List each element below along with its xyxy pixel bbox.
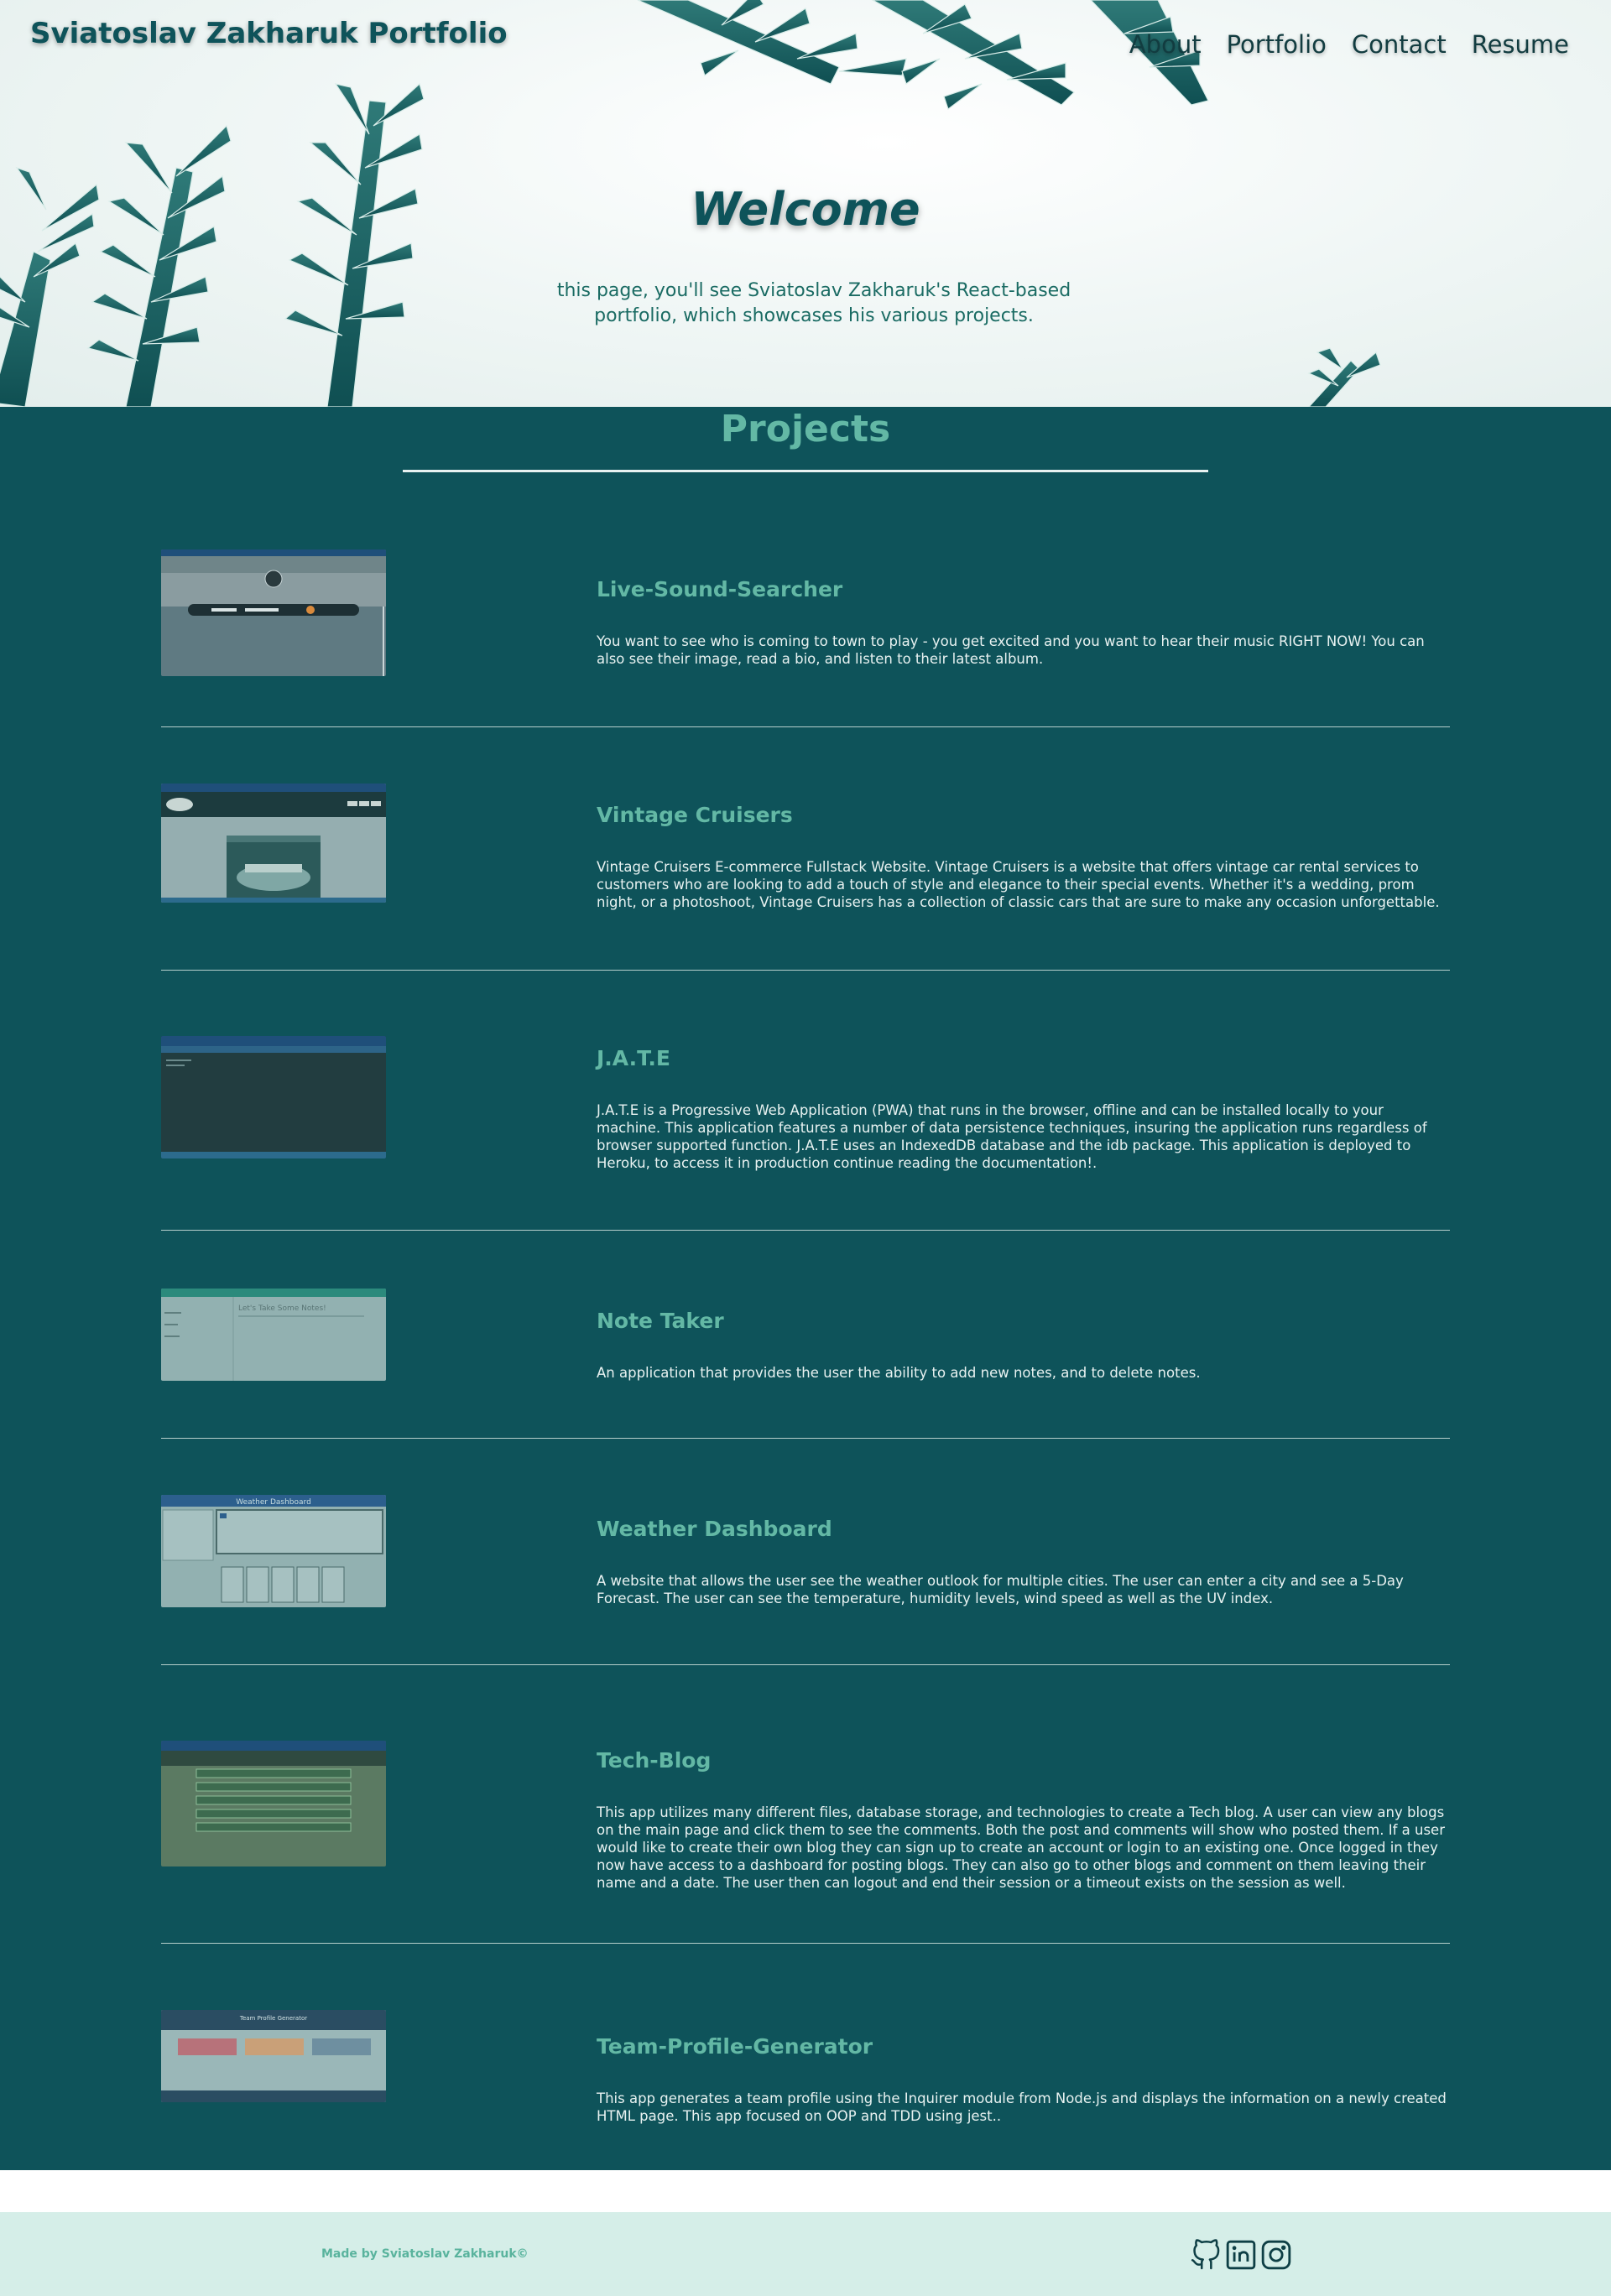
project-divider bbox=[161, 1438, 1450, 1439]
project-thumbnail[interactable] bbox=[161, 549, 386, 676]
project-description: J.A.T.E is a Progressive Web Application… bbox=[597, 1102, 1427, 1171]
project-description: This app generates a team profile using … bbox=[597, 2090, 1447, 2124]
project-divider bbox=[161, 1664, 1450, 1665]
project-title[interactable]: J.A.T.E bbox=[597, 1046, 670, 1070]
project-divider bbox=[161, 1943, 1450, 1944]
project-description: An application that provides the user th… bbox=[597, 1365, 1201, 1381]
project-title[interactable]: Team-Profile-Generator bbox=[597, 2034, 873, 2059]
project-thumbnail[interactable]: Let's Take Some Notes! bbox=[161, 1289, 386, 1381]
nav-contact-link[interactable]: Contact bbox=[1352, 30, 1447, 59]
nav-resume-link[interactable]: Resume bbox=[1472, 30, 1569, 59]
project-thumbnail[interactable] bbox=[161, 784, 386, 903]
projects-heading-underline bbox=[403, 470, 1208, 472]
thumb-team-header: Team Profile Generator bbox=[239, 2015, 307, 2022]
projects-heading: Projects bbox=[720, 408, 891, 450]
projects-section: Projects Live-Sound-Searcher You want to… bbox=[0, 407, 1611, 2170]
social-links bbox=[1190, 2239, 1292, 2271]
footer-spacer bbox=[0, 2170, 1611, 2212]
project-description: A website that allows the user see the w… bbox=[597, 1573, 1404, 1606]
project-divider bbox=[161, 970, 1450, 971]
project-divider bbox=[161, 1230, 1450, 1231]
project-description: You want to see who is coming to town to… bbox=[597, 633, 1425, 667]
project-thumbnail[interactable] bbox=[161, 1036, 386, 1158]
site-brand[interactable]: Sviatoslav Zakharuk Portfolio bbox=[30, 17, 508, 50]
project-title[interactable]: Live-Sound-Searcher bbox=[597, 577, 842, 601]
nav-about-link[interactable]: About bbox=[1129, 30, 1202, 59]
project-title[interactable]: Weather Dashboard bbox=[597, 1517, 832, 1541]
project-thumbnail[interactable]: Weather Dashboard bbox=[161, 1495, 386, 1607]
hero-banner: Sviatoslav Zakharuk Portfolio About Port… bbox=[0, 0, 1611, 407]
github-icon[interactable] bbox=[1190, 2239, 1222, 2271]
intro-text: this page, you'll see Sviatoslav Zakharu… bbox=[556, 280, 1071, 326]
project-description: This app utilizes many different files, … bbox=[597, 1804, 1445, 1891]
project-description: Vintage Cruisers E-commerce Fullstack We… bbox=[597, 859, 1440, 910]
footer-credit: Made by Sviatoslav Zakharuk© bbox=[321, 2247, 529, 2261]
instagram-icon[interactable] bbox=[1260, 2239, 1292, 2271]
project-title[interactable]: Note Taker bbox=[597, 1309, 724, 1333]
main-nav: About Portfolio Contact Resume bbox=[1129, 30, 1569, 59]
linkedin-icon[interactable] bbox=[1225, 2239, 1257, 2271]
site-footer: Made by Sviatoslav Zakharuk© bbox=[0, 2212, 1611, 2296]
project-divider bbox=[161, 726, 1450, 727]
project-thumbnail[interactable]: Team Profile Generator bbox=[161, 2010, 386, 2102]
project-title[interactable]: Tech-Blog bbox=[597, 1748, 711, 1773]
welcome-heading: Welcome bbox=[691, 183, 920, 236]
project-thumbnail[interactable] bbox=[161, 1741, 386, 1866]
thumb-notes-header: Let's Take Some Notes! bbox=[238, 1304, 326, 1313]
thumb-weather-header: Weather Dashboard bbox=[236, 1498, 311, 1507]
nav-portfolio-link[interactable]: Portfolio bbox=[1227, 30, 1327, 59]
project-title[interactable]: Vintage Cruisers bbox=[597, 803, 793, 827]
